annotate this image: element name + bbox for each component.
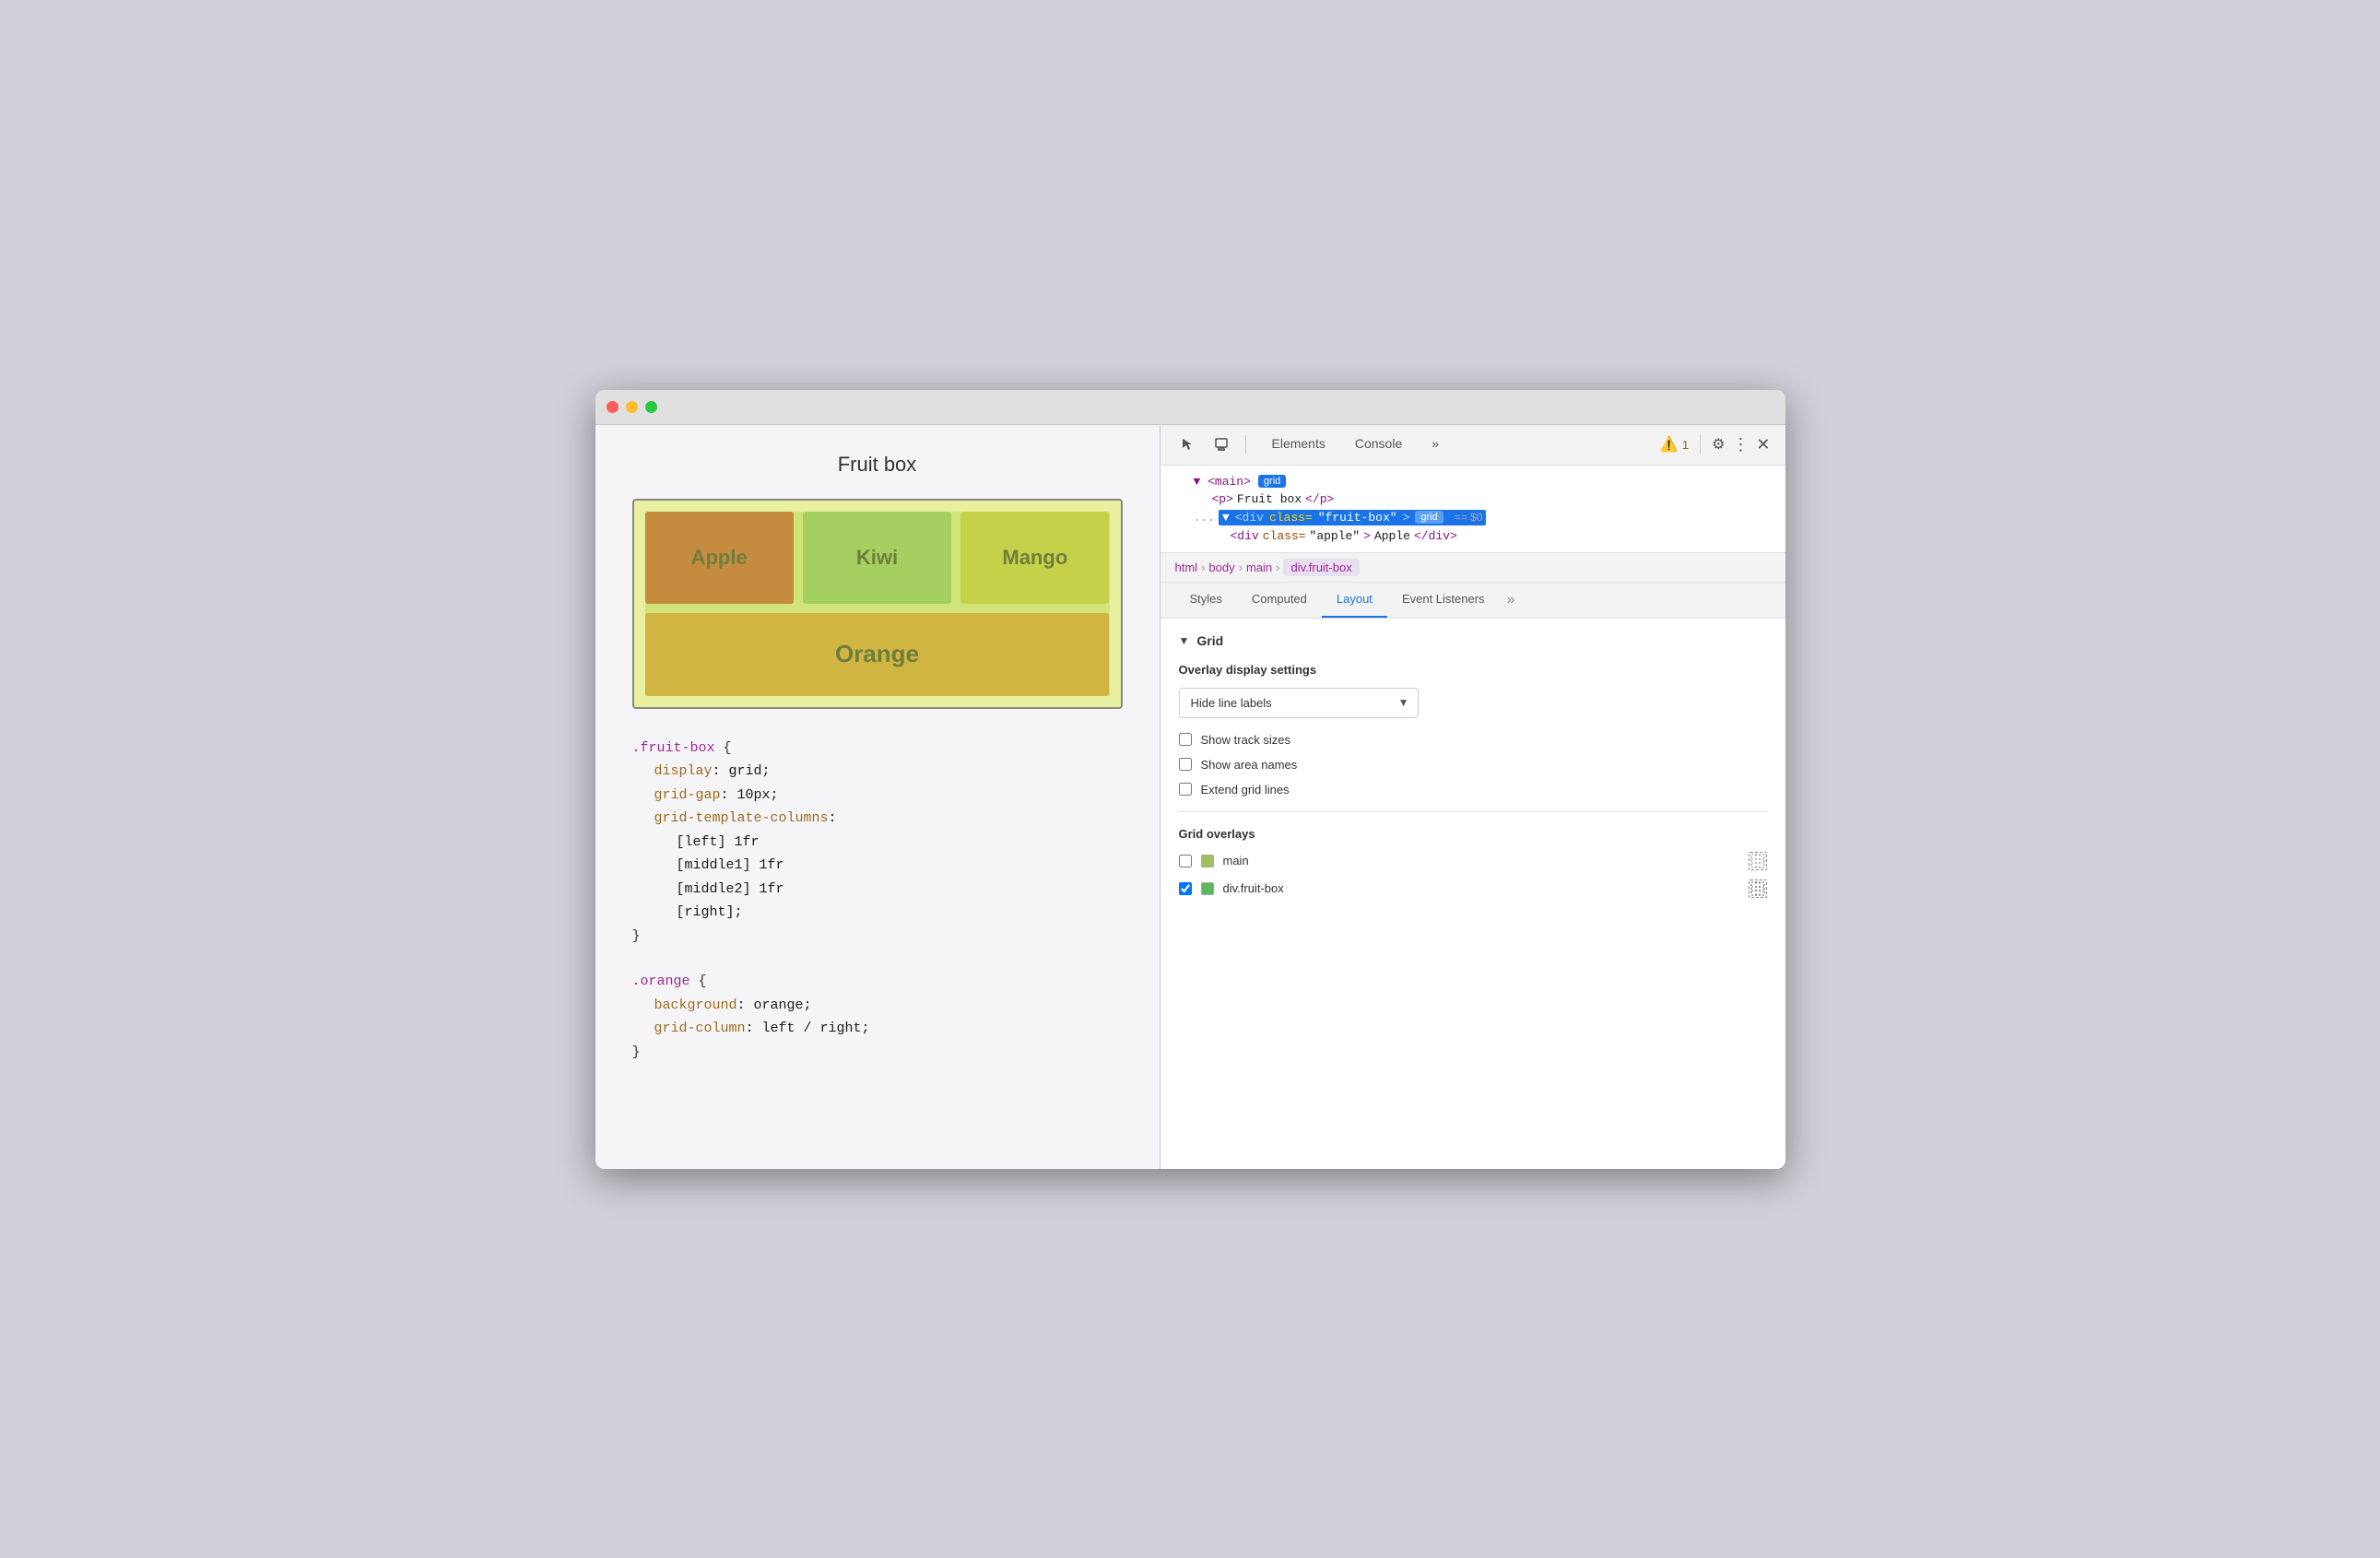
tab-layout[interactable]: Layout <box>1322 583 1387 618</box>
show-area-names-checkbox[interactable] <box>1179 758 1192 771</box>
more-menu-icon[interactable]: ⋮ <box>1732 435 1749 454</box>
devtools-tabs: Elements Console » <box>1257 425 1653 466</box>
code-property: background <box>654 997 737 1013</box>
panel-tab-more[interactable]: » <box>1500 584 1523 616</box>
code-property: grid-column <box>654 1021 746 1036</box>
overlay-row-fruit-box: div.fruit-box <box>1179 879 1767 898</box>
tab-event-listeners[interactable]: Event Listeners <box>1387 583 1500 618</box>
section-divider <box>1179 811 1767 812</box>
window-controls <box>607 401 657 413</box>
code-selector-orange: .orange <box>632 974 690 989</box>
code-selector: .fruit-box <box>632 740 715 756</box>
breadcrumb-main[interactable]: main <box>1246 561 1272 574</box>
devtools-panel: Elements Console » ⚠️ 1 ⚙ <box>1161 425 1785 1169</box>
code-block-orange: .orange { background: orange; grid-colum… <box>632 970 1123 1064</box>
breadcrumb-html[interactable]: html <box>1175 561 1198 574</box>
minimize-button[interactable] <box>626 401 638 413</box>
content-area: Fruit box Apple Kiwi Mango Orange .fruit… <box>595 425 1785 1169</box>
devtools-toolbar: Elements Console » ⚠️ 1 ⚙ <box>1161 425 1785 466</box>
layout-panel: ▼ Grid Overlay display settings Hide lin… <box>1161 619 1785 1169</box>
grid-triangle[interactable]: ▼ <box>1179 634 1190 647</box>
tab-elements[interactable]: Elements <box>1257 425 1340 466</box>
fruit-grid: Apple Kiwi Mango Orange <box>645 512 1110 696</box>
grid-overlays-section: Grid overlays main <box>1179 827 1767 898</box>
cursor-icon[interactable] <box>1175 431 1201 457</box>
code-block-fruit-box: .fruit-box { display: grid; grid-gap: 10… <box>632 737 1123 949</box>
show-track-sizes-label: Show track sizes <box>1201 733 1291 747</box>
maximize-button[interactable] <box>645 401 657 413</box>
extend-grid-lines-checkbox[interactable] <box>1179 783 1192 796</box>
dom-line-p[interactable]: <p>Fruit box</p> <box>1175 490 1771 508</box>
overlay-row-main: main <box>1179 852 1767 870</box>
extend-grid-lines-row: Extend grid lines <box>1179 783 1767 797</box>
breadcrumb: html › body › main › div.fruit-box <box>1161 553 1785 583</box>
fruit-cell-orange: Orange <box>645 613 1110 696</box>
dom-line-apple[interactable]: <div class="apple">Apple</div> <box>1175 527 1771 545</box>
devtools-right-icons: ⚠️ 1 ⚙ ⋮ ✕ <box>1660 435 1771 454</box>
show-track-sizes-checkbox[interactable] <box>1179 733 1192 746</box>
warning-badge: ⚠️ 1 <box>1660 435 1689 454</box>
overlay-main-label: main <box>1223 854 1739 868</box>
fruit-cell-apple: Apple <box>645 512 794 604</box>
toolbar-divider <box>1245 435 1246 454</box>
dom-tree: ▼ <main> grid <p>Fruit box</p> ... ▼ <di… <box>1161 466 1785 553</box>
line-labels-select-wrapper: Hide line labels Show line numbers Show … <box>1179 688 1419 718</box>
breadcrumb-body[interactable]: body <box>1208 561 1234 574</box>
titlebar <box>595 390 1785 425</box>
show-track-sizes-row: Show track sizes <box>1179 733 1767 747</box>
overlay-main-grid-icon[interactable] <box>1749 852 1767 870</box>
code-property: display <box>654 763 713 779</box>
grid-section-title: Grid <box>1196 633 1223 648</box>
close-devtools-icon[interactable]: ✕ <box>1756 435 1770 454</box>
close-button[interactable] <box>607 401 619 413</box>
code-property: grid-template-columns <box>654 810 829 826</box>
device-icon[interactable] <box>1208 431 1234 457</box>
tab-more[interactable]: » <box>1417 425 1454 466</box>
panel-tabs: Styles Computed Layout Event Listeners » <box>1161 583 1785 619</box>
tab-styles[interactable]: Styles <box>1175 583 1237 618</box>
show-area-names-label: Show area names <box>1201 758 1298 772</box>
browser-window: Fruit box Apple Kiwi Mango Orange .fruit… <box>595 390 1785 1169</box>
overlay-fruit-box-label: div.fruit-box <box>1223 881 1739 895</box>
grid-overlays-title: Grid overlays <box>1179 827 1767 841</box>
dom-line-main[interactable]: ▼ <main> grid <box>1175 473 1771 490</box>
warning-icon: ⚠️ <box>1660 435 1679 454</box>
overlay-settings-title: Overlay display settings <box>1179 663 1767 677</box>
overlay-fruit-box-checkbox[interactable] <box>1179 882 1192 895</box>
fruit-cell-kiwi: Kiwi <box>803 512 951 604</box>
page-title: Fruit box <box>632 453 1123 477</box>
show-area-names-row: Show area names <box>1179 758 1767 772</box>
line-labels-select[interactable]: Hide line labels Show line numbers Show … <box>1179 688 1419 718</box>
breadcrumb-active[interactable]: div.fruit-box <box>1283 559 1359 576</box>
tab-computed[interactable]: Computed <box>1237 583 1322 618</box>
overlay-fruit-box-grid-icon[interactable] <box>1749 879 1767 898</box>
code-property: grid-gap <box>654 787 721 803</box>
settings-icon[interactable]: ⚙ <box>1712 435 1725 454</box>
left-panel: Fruit box Apple Kiwi Mango Orange .fruit… <box>595 425 1161 1169</box>
fruit-demo-box: Apple Kiwi Mango Orange <box>632 499 1123 709</box>
fruit-cell-mango: Mango <box>960 512 1109 604</box>
grid-section-header: ▼ Grid <box>1179 633 1767 648</box>
dropdown-row: Hide line labels Show line numbers Show … <box>1179 688 1767 718</box>
toolbar-divider-2 <box>1700 435 1701 454</box>
overlay-main-checkbox[interactable] <box>1179 855 1192 868</box>
overlay-main-color <box>1201 855 1214 868</box>
dom-line-selected[interactable]: ... ▼ <div class="fruit-box" > grid == $… <box>1175 508 1771 527</box>
overlay-fruit-box-color <box>1201 882 1214 895</box>
tab-console[interactable]: Console <box>1340 425 1417 466</box>
extend-grid-lines-label: Extend grid lines <box>1201 783 1290 797</box>
